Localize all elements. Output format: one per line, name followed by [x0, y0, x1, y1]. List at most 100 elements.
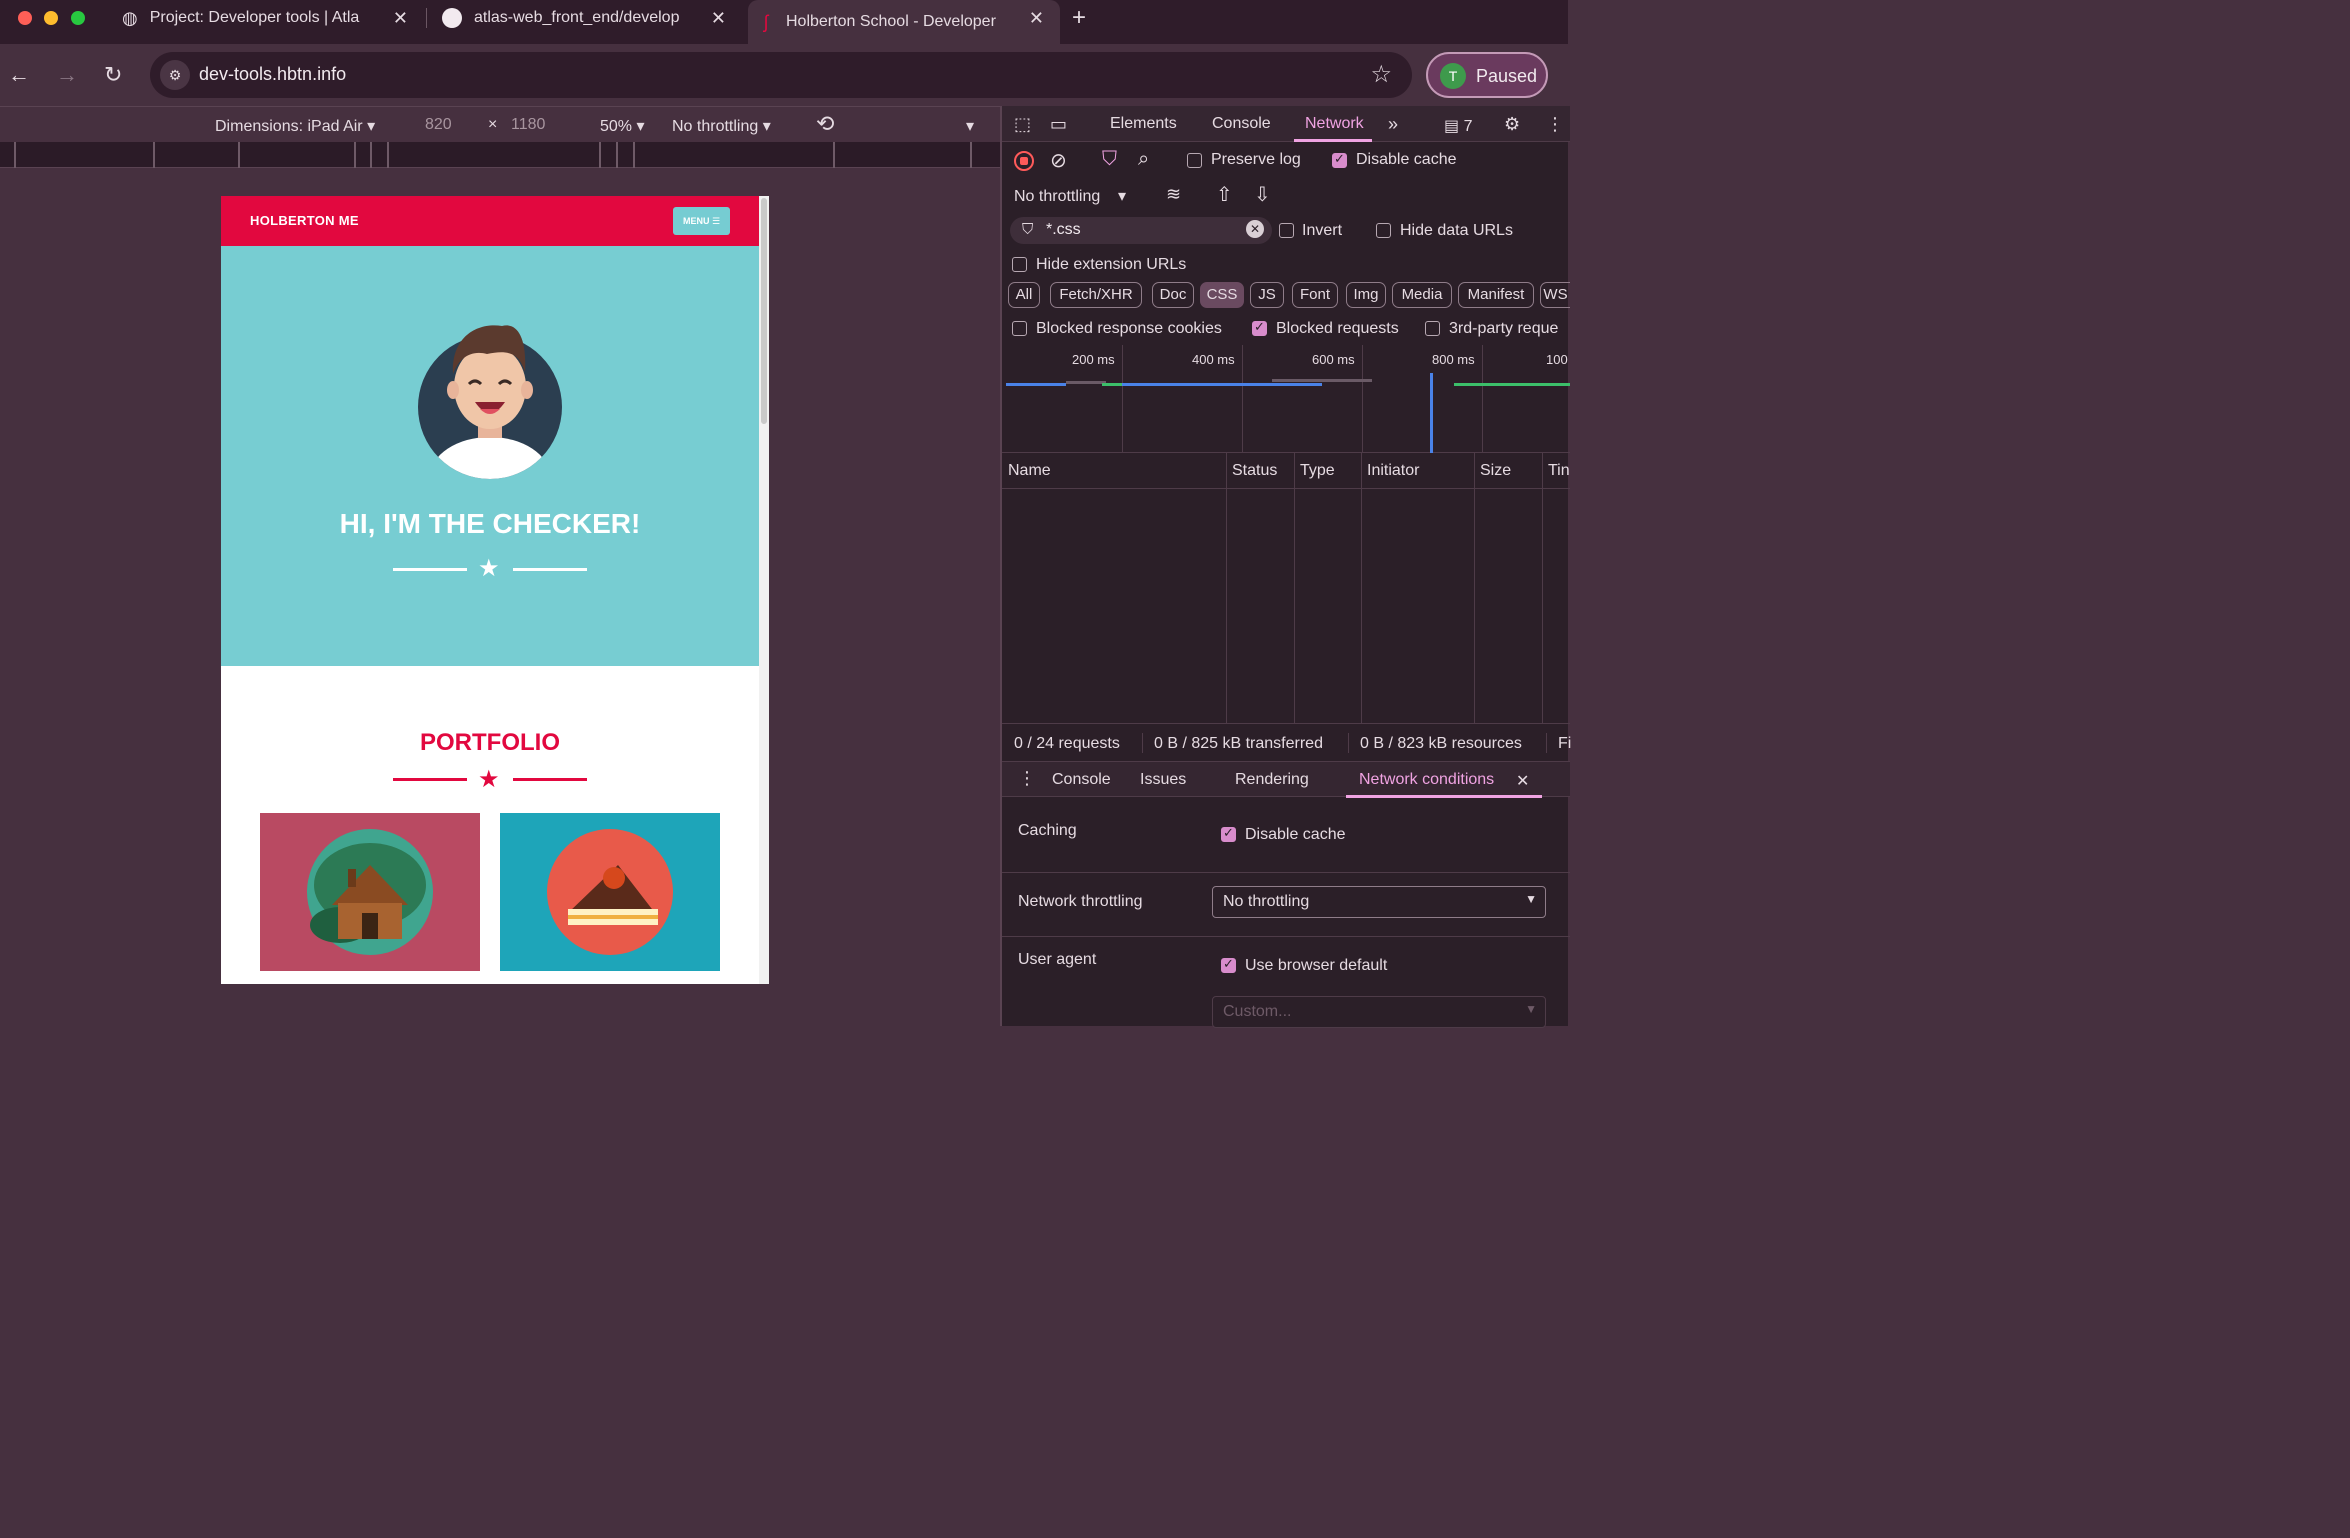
network-throttling-select[interactable]: No throttling ▼ [1212, 886, 1546, 918]
export-har-icon[interactable]: ⇩ [1254, 182, 1271, 207]
dimensions-dropdown[interactable]: Dimensions: iPad Air ▾ [215, 116, 375, 136]
search-icon[interactable]: ⌕ [1138, 148, 1149, 171]
drawer-tab-rendering[interactable]: Rendering [1235, 771, 1309, 789]
rotate-icon[interactable]: ⟲ [816, 111, 834, 137]
bookmark-star-icon[interactable]: ☆ [1370, 60, 1392, 89]
ruler-tick [14, 142, 16, 168]
column-initiator[interactable]: Initiator [1367, 462, 1419, 480]
clear-icon[interactable]: ⊘ [1050, 148, 1067, 173]
clear-filter-icon[interactable]: ✕ [1246, 220, 1264, 238]
disable-cache-checkbox[interactable] [1332, 151, 1347, 168]
record-icon[interactable] [1014, 151, 1034, 171]
browser-tab-3-active[interactable]: ʃ Holberton School - Developer ✕ [748, 0, 1060, 44]
new-tab-button[interactable]: + [1072, 4, 1086, 32]
close-window-button[interactable] [18, 11, 32, 25]
browser-tab-2[interactable]: atlas-web_front_end/develop ✕ [442, 0, 730, 36]
scroll-thumb[interactable] [761, 198, 767, 424]
hide-data-urls-checkbox[interactable] [1376, 223, 1391, 238]
chip-css[interactable]: CSS [1200, 282, 1244, 308]
timeline-bar [1454, 383, 1478, 386]
network-overview-timeline[interactable]: 200 ms 400 ms 600 ms 800 ms 100 [1002, 345, 1570, 453]
active-tab-indicator [1294, 139, 1372, 142]
minimize-window-button[interactable] [44, 11, 58, 25]
forward-arrow-icon[interactable]: → [56, 62, 78, 88]
divider-line [393, 568, 467, 571]
kebab-menu-icon[interactable]: ⋮ [1546, 114, 1564, 135]
custom-ua-placeholder: Custom... [1223, 1003, 1292, 1020]
chip-js[interactable]: JS [1250, 282, 1284, 308]
gear-icon[interactable]: ⚙ [1504, 114, 1520, 135]
close-tab-icon[interactable]: ✕ [711, 8, 726, 29]
chip-ws[interactable]: WS [1540, 282, 1570, 308]
resources-size: 0 B / 823 kB resources [1360, 735, 1522, 752]
column-size[interactable]: Size [1480, 462, 1511, 480]
custom-user-agent-select[interactable]: Custom... ▼ [1212, 996, 1546, 1028]
avatar: T [1440, 63, 1466, 89]
chip-doc[interactable]: Doc [1152, 282, 1194, 308]
cake-icon [547, 829, 673, 955]
throttling-select-value: No throttling [1223, 893, 1310, 910]
browser-toolbar: ← → ↻ ⚙ dev-tools.hbtn.info ☆ T Paused [0, 44, 1568, 106]
hide-extension-urls-checkbox[interactable] [1012, 257, 1027, 272]
timeline-bar [1478, 383, 1570, 386]
portfolio-tile-cake[interactable] [500, 813, 720, 971]
menu-button[interactable]: MENU ☰ [673, 207, 730, 235]
throttling-dropdown[interactable]: No throttling ▾ [672, 116, 771, 136]
more-tabs-chevron-icon[interactable]: » [1388, 114, 1398, 135]
zoom-dropdown[interactable]: 50% ▾ [600, 116, 645, 136]
divider-line [393, 778, 467, 781]
close-drawer-tab-icon[interactable]: ✕ [1516, 771, 1529, 791]
close-tab-icon[interactable]: ✕ [393, 8, 408, 29]
page-scrollbar[interactable] [759, 196, 769, 984]
site-settings-icon[interactable]: ⚙ [160, 60, 190, 90]
chip-fetch-xhr[interactable]: Fetch/XHR [1050, 282, 1142, 308]
width-input[interactable]: 820 [425, 116, 452, 134]
tab-elements[interactable]: Elements [1110, 115, 1177, 133]
timeline-label: 600 ms [1312, 352, 1355, 367]
inspect-element-icon[interactable]: ⬚ [1014, 114, 1031, 135]
drawer-tab-issues[interactable]: Issues [1140, 771, 1186, 789]
maximize-window-button[interactable] [71, 11, 85, 25]
messages-icon[interactable]: ▤ 7 [1444, 116, 1472, 136]
more-options-icon[interactable]: ▾ [966, 116, 974, 136]
filter-input[interactable]: ⛉ *.css ✕ [1010, 217, 1272, 244]
chip-img[interactable]: Img [1346, 282, 1386, 308]
invert-checkbox[interactable] [1279, 223, 1294, 238]
ruler-tick [833, 142, 835, 168]
profile-button[interactable]: T Paused [1426, 52, 1548, 98]
chip-manifest[interactable]: Manifest [1458, 282, 1534, 308]
blocked-requests-checkbox[interactable] [1252, 319, 1267, 336]
blocked-response-cookies-checkbox[interactable] [1012, 321, 1027, 336]
column-type[interactable]: Type [1300, 462, 1335, 480]
nc-disable-cache-checkbox[interactable] [1221, 825, 1236, 842]
tab-console[interactable]: Console [1212, 115, 1271, 133]
chip-font[interactable]: Font [1292, 282, 1338, 308]
back-arrow-icon[interactable]: ← [8, 62, 30, 88]
chip-all[interactable]: All [1008, 282, 1040, 308]
column-status[interactable]: Status [1232, 462, 1277, 480]
import-har-icon[interactable]: ⇧ [1216, 182, 1233, 207]
drawer-tab-network-conditions[interactable]: Network conditions [1359, 771, 1494, 789]
preserve-log-checkbox[interactable] [1187, 153, 1202, 168]
close-tab-icon[interactable]: ✕ [1029, 8, 1044, 29]
browser-tab-1[interactable]: ◍ Project: Developer tools | Atla ✕ [122, 0, 412, 36]
site-title[interactable]: HOLBERTON ME [250, 213, 359, 228]
column-time[interactable]: Tin [1548, 462, 1570, 480]
address-bar[interactable]: ⚙ dev-tools.hbtn.info ☆ [150, 52, 1412, 98]
address-url[interactable]: dev-tools.hbtn.info [199, 64, 346, 85]
column-name[interactable]: Name [1008, 462, 1051, 480]
tab-network[interactable]: Network [1305, 115, 1364, 133]
third-party-checkbox[interactable] [1425, 321, 1440, 336]
throttling-dropdown[interactable]: No throttling ▾ [1014, 186, 1126, 206]
device-toggle-icon[interactable]: ▭ [1050, 114, 1067, 135]
portfolio-tile-cabin[interactable] [260, 813, 480, 971]
drawer-tab-console[interactable]: Console [1052, 771, 1111, 789]
chip-media[interactable]: Media [1392, 282, 1452, 308]
filter-icon[interactable]: ⛉ [1102, 148, 1117, 171]
star-icon: ★ [478, 766, 500, 793]
reload-icon[interactable]: ↻ [104, 62, 122, 88]
wifi-settings-icon[interactable]: ≋ [1166, 184, 1181, 205]
use-browser-default-checkbox[interactable] [1221, 956, 1236, 973]
drawer-menu-icon[interactable]: ⋮ [1018, 768, 1036, 789]
height-input[interactable]: 1180 [511, 116, 545, 134]
